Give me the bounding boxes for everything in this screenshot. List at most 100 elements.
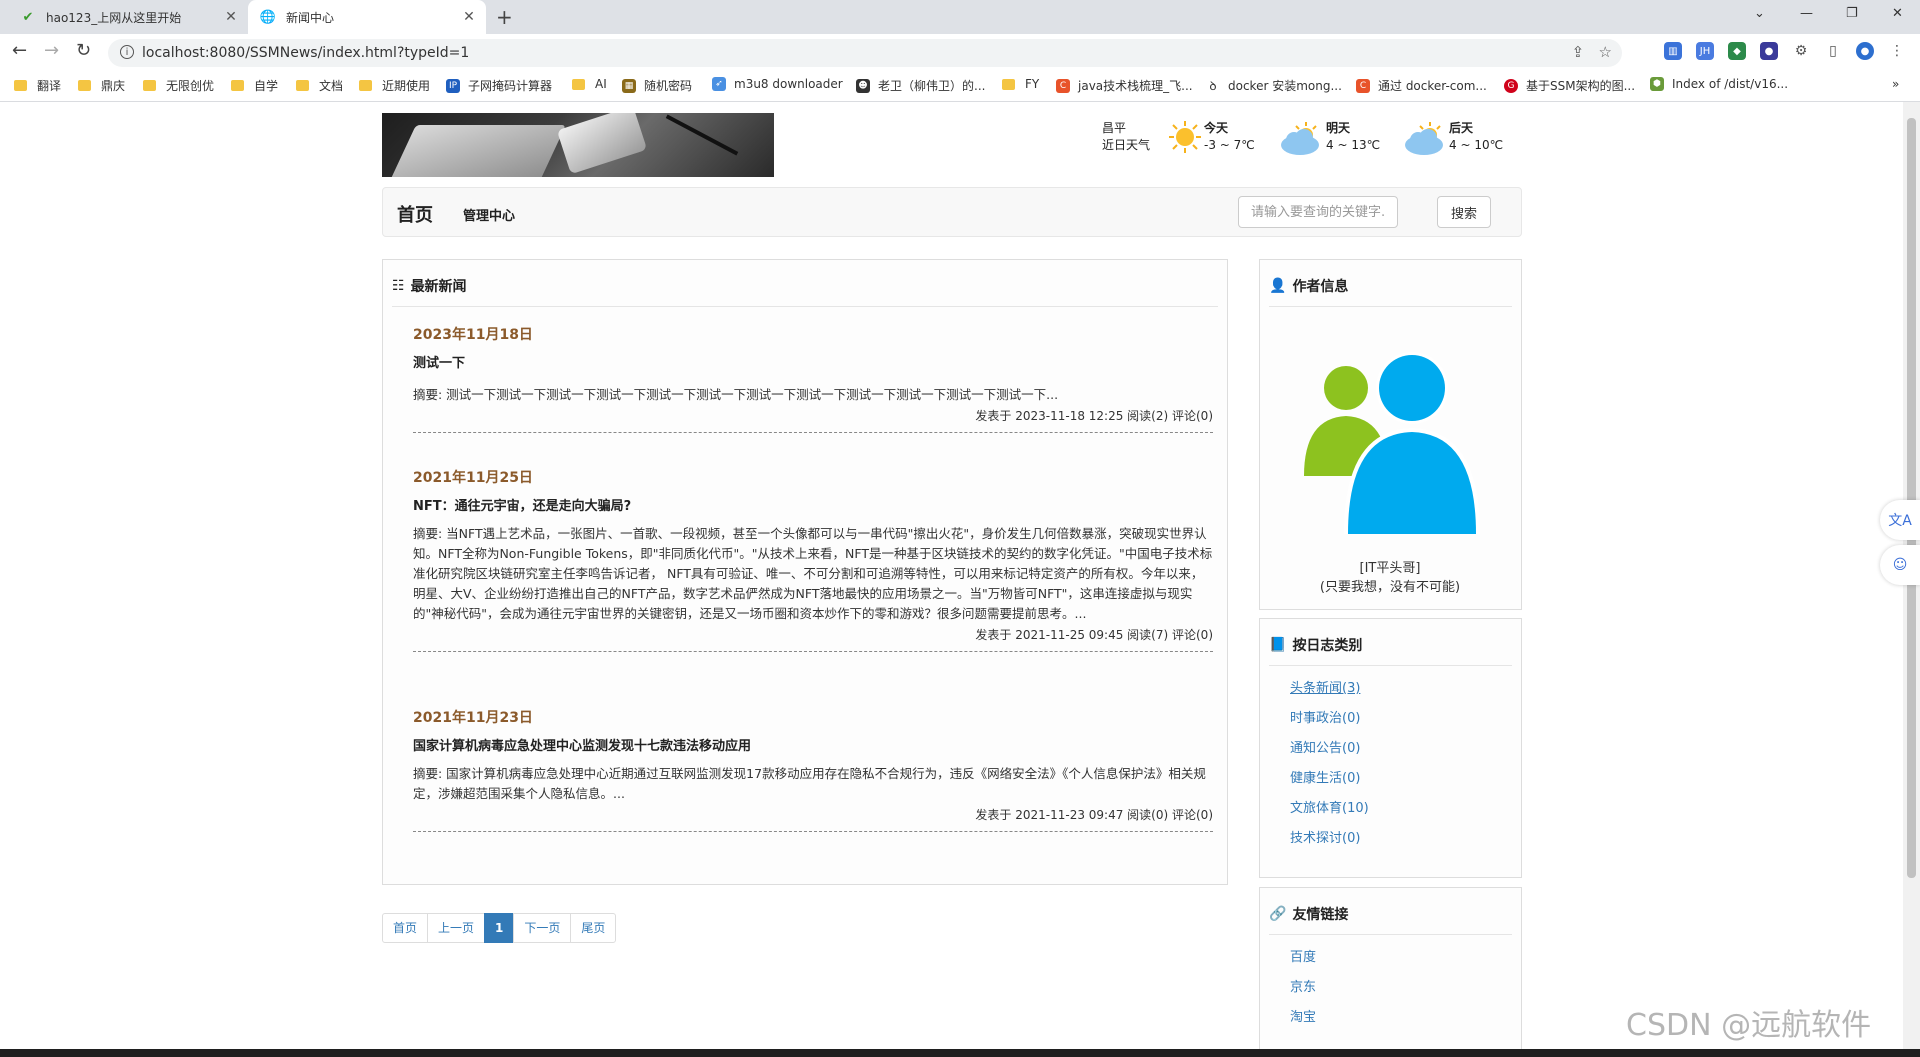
bookmark-item[interactable]: C 通过 docker-com... [1356,77,1487,94]
bookmark-item[interactable]: AI [572,77,607,91]
weather-day-after: 后天 4 ~ 10℃ [1449,121,1504,152]
menu-icon[interactable]: ⋮ [1888,42,1906,60]
restore-icon[interactable]: ❐ [1846,6,1858,21]
news-date: 2023年11月18日 [413,327,533,343]
more-bookmarks-icon[interactable]: » [1892,77,1899,91]
category-link[interactable]: 文旅体育(10) [1290,799,1369,829]
news-divider [413,651,1213,652]
extension-icon[interactable]: JH [1696,42,1714,60]
bookmark-item[interactable]: ☻ 老卫（柳伟卫）的... [856,77,985,94]
puzzle-icon[interactable]: ⚙ [1792,42,1810,60]
tab-search-icon[interactable]: ⌄ [1754,6,1765,21]
address-bar[interactable]: i localhost:8080/SSMNews/index.html?type… [108,39,1622,67]
news-summary: 摘要: 当NFT遇上艺术品，一张图片、一首歌、一段视频，甚至一个头像都可以与一串… [413,526,1213,621]
search-input[interactable] [1238,196,1398,228]
bookmarks-bar: 翻译 鼎庆 无限创优 自学 文档 近期使用 IP 子网掩码计算器 AI ▦ 随机密码… [0,70,1920,102]
bookmark-item[interactable]: FY [1002,77,1039,91]
pager-last[interactable]: 尾页 [570,913,617,943]
bookmark-item[interactable]: 文档 [296,77,343,94]
cloudy-icon [1405,122,1443,155]
scrollbar-thumb[interactable] [1907,118,1916,878]
link-icon: 🔗 [1269,906,1287,922]
friend-link[interactable]: 京东 [1290,978,1316,1008]
bookmark-item[interactable]: G 基于SSM架构的图... [1504,77,1635,94]
friend-link[interactable]: 淘宝 [1290,1008,1316,1038]
category-link[interactable]: 头条新闻(3) [1290,679,1369,709]
search-button[interactable]: 搜索 [1437,196,1491,228]
extension-icon[interactable]: ● [1760,42,1778,60]
assistant-float-icon[interactable]: ☺ [1880,545,1920,585]
panel-title: 📘 按日志类别 [1269,637,1363,654]
bookmark-item[interactable]: ▦ 随机密码 [622,77,692,94]
bookmark-item[interactable]: 近期使用 [359,77,430,94]
extensions-bar: ▥ JH ◆ ● ⚙ ▯ ● ⋮ [1664,42,1906,60]
sun-icon [1169,121,1201,153]
profile-avatar-icon[interactable]: ● [1856,42,1874,60]
category-link[interactable]: 时事政治(0) [1290,709,1369,739]
pager-current[interactable]: 1 [484,913,515,943]
bookmark-item[interactable]: Cjava技术栈梳理_飞... [1056,77,1193,94]
category-panel: 📘 按日志类别 头条新闻(3) 时事政治(0) 通知公告(0) 健康生活(0) … [1259,618,1522,878]
browser-toolbar: ← → ↻ i localhost:8080/SSMNews/index.htm… [0,34,1920,70]
minimize-icon[interactable]: — [1800,6,1813,21]
news-title-link[interactable]: 测试一下 [413,352,1213,371]
author-avatar-icon [1304,352,1480,534]
category-list: 头条新闻(3) 时事政治(0) 通知公告(0) 健康生活(0) 文旅体育(10)… [1290,679,1369,859]
back-icon[interactable]: ← [12,40,27,61]
tab-news-center[interactable]: 🌐 新闻中心 ✕ [248,0,486,34]
bookmark-item[interactable]: ⬢ Index of /dist/v16... [1650,77,1788,91]
weather-location: 昌平 近日天气 [1102,121,1151,152]
bookmark-item[interactable]: ꝺ docker 安装mong... [1206,77,1342,94]
nav-home-link[interactable]: 首页 [397,201,433,227]
forward-icon[interactable]: → [44,40,59,61]
bookmark-item[interactable]: IP 子网掩码计算器 [446,77,552,94]
news-title-link[interactable]: NFT：通往元宇宙，还是走向大骗局? [413,495,1213,514]
translate-float-icon[interactable]: 文A [1880,500,1920,540]
rocket-icon: ➶ [712,77,726,91]
user-icon: 👤 [1269,278,1287,294]
bookmark-star-icon[interactable]: ⇪ ☆ [1572,43,1612,61]
new-tab-icon[interactable]: + [496,5,513,29]
close-tab-icon[interactable]: ✕ [460,9,478,25]
site-info-icon[interactable]: i [120,45,134,59]
pager-next[interactable]: 下一页 [513,913,572,943]
news-item: 2023年11月18日 测试一下 摘要: 测试一下测试一下测试一下测试一下测试一… [413,324,1213,433]
bookmark-item[interactable]: 自学 [231,77,278,94]
close-window-icon[interactable]: ✕ [1892,6,1903,21]
folder-icon [572,78,585,90]
pager-first[interactable]: 首页 [382,913,429,943]
friend-link[interactable]: 百度 [1290,948,1316,978]
extension-icon[interactable]: ▥ [1664,42,1682,60]
bookmark-item[interactable]: ➶ m3u8 downloader [712,77,843,91]
bookmark-item[interactable]: 鼎庆 [78,77,125,94]
category-link[interactable]: 通知公告(0) [1290,739,1369,769]
watermark-text: CSDN @远航软件 [1626,1008,1872,1043]
category-link[interactable]: 健康生活(0) [1290,769,1369,799]
category-link[interactable]: 技术探讨(0) [1290,829,1369,859]
main-navbar: 首页 管理中心 搜索 [382,187,1522,237]
sidebar-icon[interactable]: ▯ [1824,42,1842,60]
news-title-link[interactable]: 国家计算机病毒应急处理中心监测发现十七款违法移动应用 [413,735,1213,754]
bookmark-item[interactable]: 翻译 [14,77,61,94]
reload-icon[interactable]: ↻ [76,40,91,61]
folder-icon [14,80,27,91]
tab-hao123[interactable]: ✔ hao123_上网从这里开始 ✕ [8,0,248,34]
folder-icon [143,80,156,91]
password-icon: ▦ [622,78,636,93]
folder-icon [296,80,309,91]
close-tab-icon[interactable]: ✕ [222,9,240,25]
news-summary: 摘要: 测试一下测试一下测试一下测试一下测试一下测试一下测试一下测试一下测试一下… [413,387,1059,402]
friend-links-panel: 🔗 友情链接 百度 京东 淘宝 [1259,887,1522,1049]
folder-icon [231,80,244,91]
weather-today: 今天 -3 ~ 7℃ [1204,121,1255,152]
author-name: [IT平头哥] [1359,561,1421,576]
news-divider [413,831,1213,832]
nav-admin-link[interactable]: 管理中心 [463,205,515,224]
news-meta: 发表于 2021-11-23 09:47 阅读(0) 评论(0) [975,808,1213,822]
panel-title: ☷ 最新新闻 [392,278,467,295]
extension-icon[interactable]: ◆ [1728,42,1746,60]
header-banner-image [382,113,774,177]
node-icon: ⬢ [1650,77,1664,91]
pager-prev[interactable]: 上一页 [427,913,486,943]
bookmark-item[interactable]: 无限创优 [143,77,214,94]
